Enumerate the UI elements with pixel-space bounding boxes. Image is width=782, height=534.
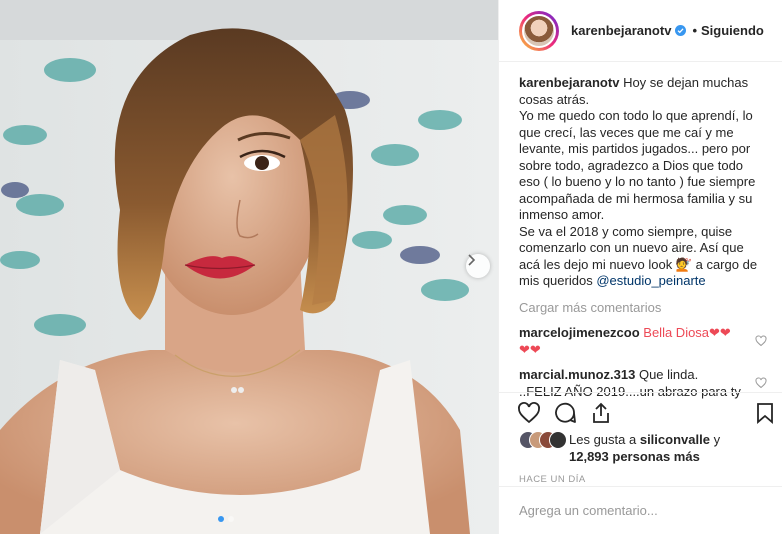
share-icon[interactable] (589, 401, 613, 425)
follow-button[interactable]: Siguiendo (701, 23, 764, 38)
carousel-indicators (218, 516, 234, 522)
comment-item: marcelojimenezcoo Bella Diosa❤❤ ❤❤ (519, 325, 767, 358)
post-sidebar: karenbejaranotv • Siguiendo karenbejarano… (498, 0, 782, 534)
carousel-dot-1 (218, 516, 224, 522)
next-photo-button[interactable] (466, 254, 490, 278)
chevron-right-icon (468, 254, 476, 266)
post-view: karenbejaranotv • Siguiendo karenbejarano… (0, 0, 782, 534)
avatar[interactable] (519, 10, 559, 51)
header-separator: • (692, 23, 697, 38)
add-comment-bar (499, 486, 782, 534)
load-more-comments-button[interactable]: Cargar más comentarios (519, 300, 764, 317)
caption: karenbejaranotv Hoy se dejan muchas cosa… (519, 75, 764, 290)
carousel-dot-2 (228, 516, 234, 522)
caption-line-2: Yo me quedo con todo lo que aprendí, lo … (519, 108, 756, 222)
likes-summary: Les gusta a siliconvalle y 12,893 person… (499, 431, 782, 465)
post-timestamp[interactable]: HACE UN DÍA (499, 474, 782, 485)
post-header: karenbejaranotv • Siguiendo (499, 0, 782, 62)
heart-icon[interactable] (517, 401, 541, 425)
like-comment-heart-icon[interactable] (755, 377, 767, 389)
liker-username[interactable]: siliconvalle (640, 432, 710, 447)
post-photo[interactable] (0, 0, 498, 534)
like-comment-heart-icon[interactable] (755, 335, 767, 347)
likes-count[interactable]: 12,893 personas más (569, 449, 700, 464)
likes-conjunction: y (713, 432, 721, 447)
portrait-image (0, 0, 498, 534)
comment-icon[interactable] (553, 401, 577, 425)
comments-section: karenbejaranotv Hoy se dejan muchas cosa… (519, 75, 767, 400)
caption-username[interactable]: karenbejaranotv (519, 75, 619, 90)
caption-mention-link[interactable]: @estudio_peinarte (596, 273, 705, 288)
post-actions: Les gusta a siliconvalle y 12,893 person… (499, 392, 782, 485)
liker-avatars (519, 431, 567, 451)
comment-username[interactable]: marcelojimenezcoo (519, 325, 640, 340)
verified-badge-icon (675, 25, 687, 36)
author-username[interactable]: karenbejaranotv (571, 23, 671, 38)
likes-prefix: Les gusta a (569, 432, 637, 447)
comment-username[interactable]: marcial.munoz.313 (519, 367, 635, 382)
comment-input[interactable] (519, 503, 739, 518)
bookmark-icon[interactable] (753, 401, 777, 425)
